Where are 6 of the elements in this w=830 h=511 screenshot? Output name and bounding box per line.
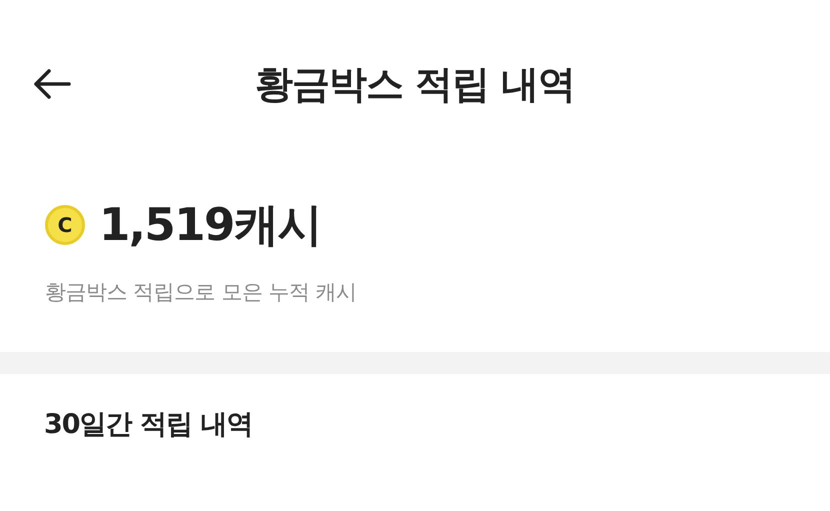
balance-caption: 황금박스 적립으로 모은 누적 캐시 bbox=[45, 279, 358, 306]
section-title: 30일간 적립 내역 bbox=[44, 408, 254, 442]
back-icon[interactable] bbox=[33, 68, 71, 100]
page-title: 황금박스 적립 내역 bbox=[254, 60, 576, 108]
coin-icon: C bbox=[45, 205, 85, 245]
cash-balance: 1,519캐시 bbox=[99, 197, 321, 253]
